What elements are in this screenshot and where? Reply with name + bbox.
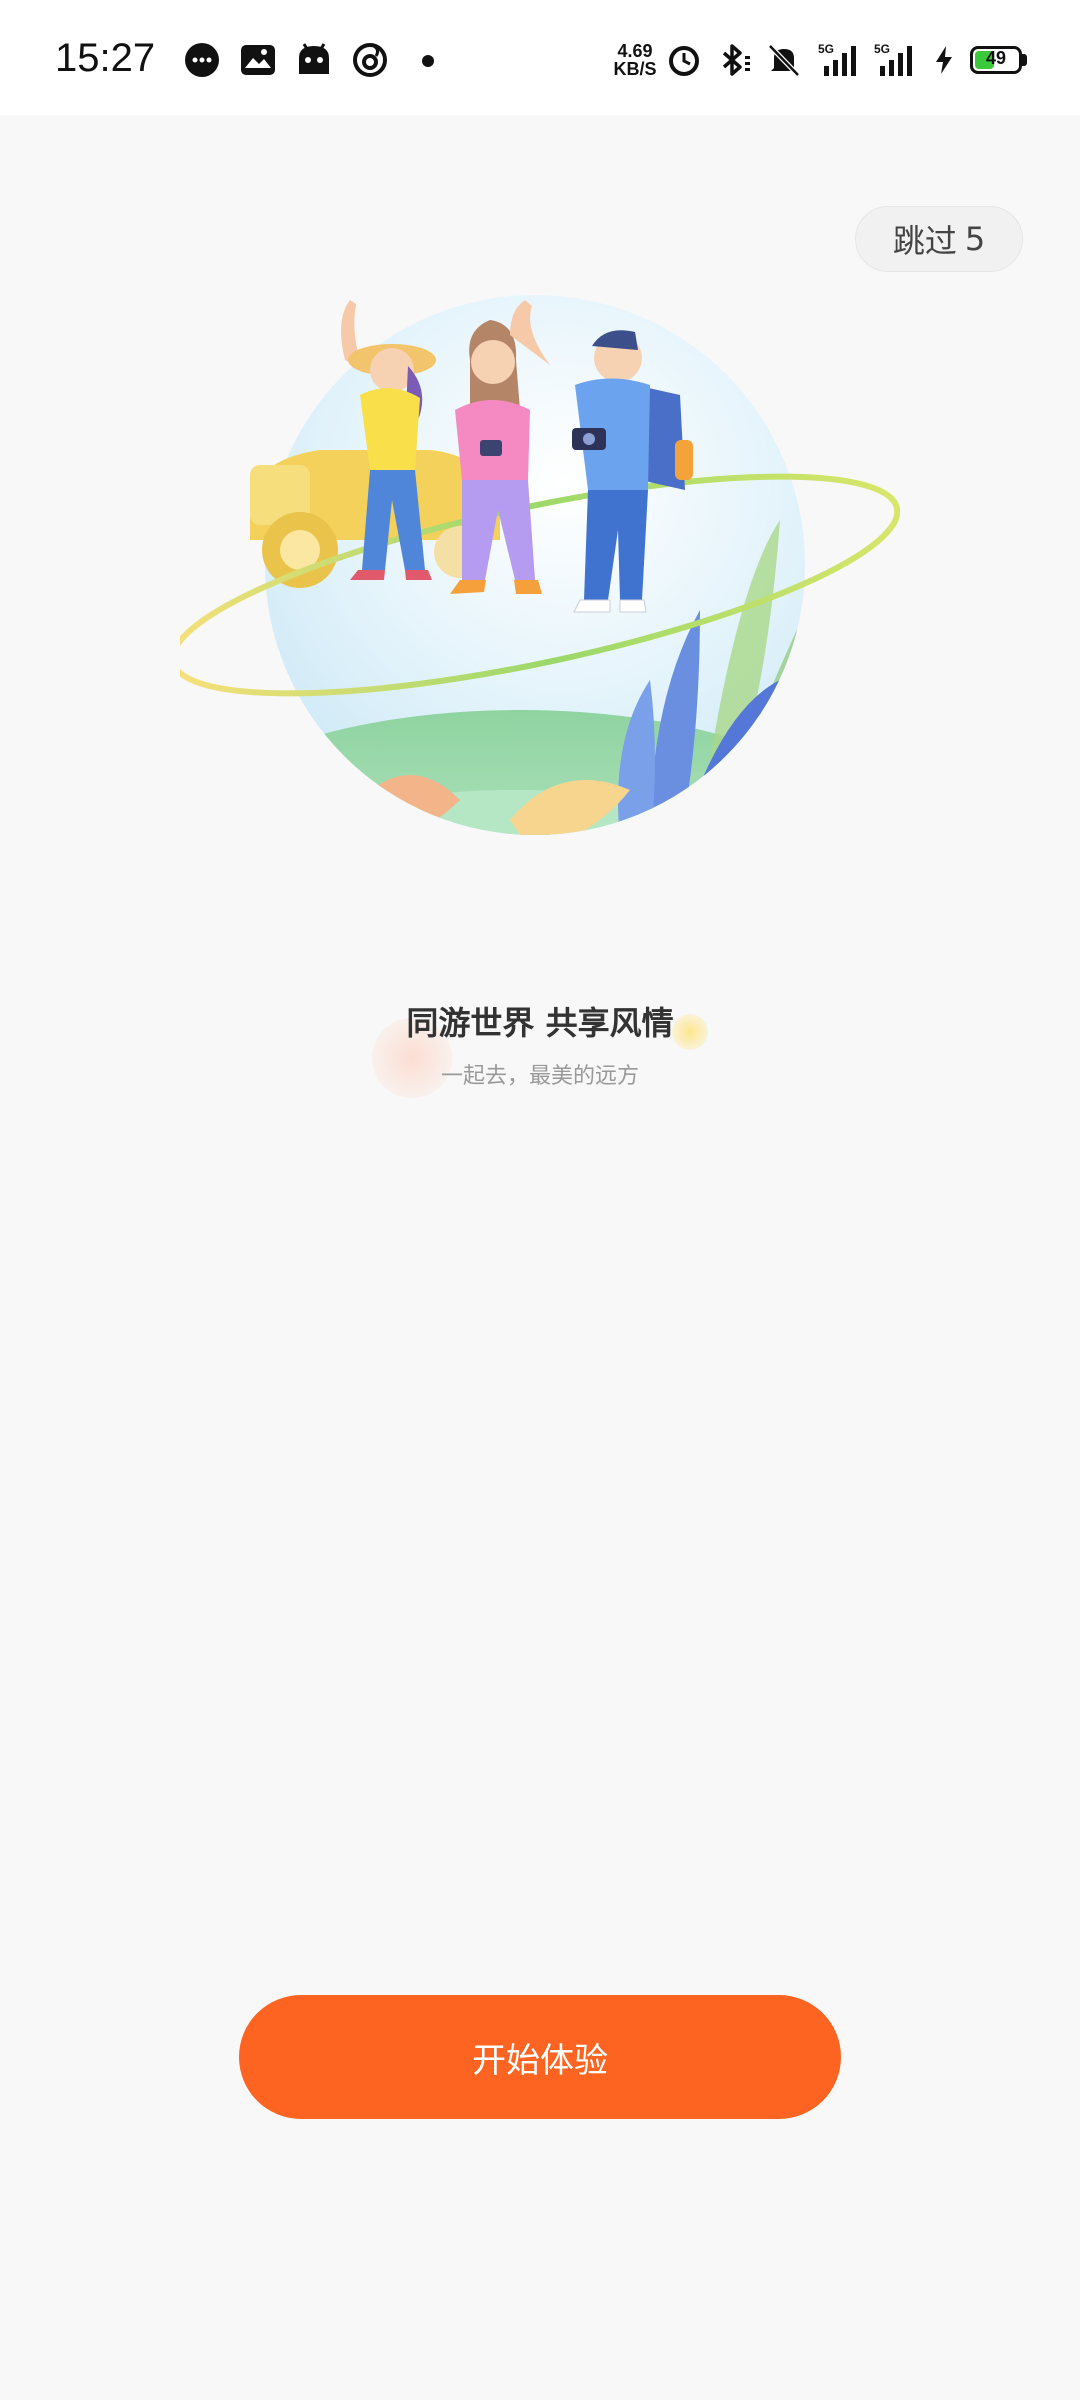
status-bar: 15:27 4.69 KB/S 5G 5G 49	[0, 0, 1080, 115]
skip-button[interactable]: 跳过 5	[855, 206, 1023, 272]
skip-countdown: 5	[964, 220, 986, 258]
battery-level: 49	[985, 48, 1007, 68]
music-app-icon	[353, 43, 387, 77]
chat-bubble-icon	[185, 43, 219, 77]
travel-illustration	[180, 295, 900, 835]
charging-icon	[936, 46, 952, 74]
android-icon	[299, 43, 329, 74]
alarm-icon	[669, 46, 699, 76]
gallery-icon	[241, 45, 275, 75]
skip-label: 跳过	[892, 222, 957, 260]
onboarding-subline: 一起去，最美的远方	[440, 1064, 639, 1089]
network-speed-value: 4.69	[617, 41, 653, 61]
network-speed: 4.69 KB/S	[608, 42, 662, 78]
signal-1-label: 5G	[818, 42, 834, 56]
start-experience-button[interactable]: 开始体验	[239, 1995, 841, 2119]
onboarding-headline: 同游世界 共享风情	[406, 1004, 674, 1042]
bluetooth-icon	[722, 44, 750, 76]
battery-icon: 49	[970, 46, 1022, 74]
signal-2-label: 5G	[874, 42, 890, 56]
battery-tip	[1022, 54, 1027, 66]
status-time: 15:27	[55, 36, 156, 80]
cell-signal-2-icon: 5G	[874, 42, 912, 76]
mute-icon	[768, 44, 800, 77]
network-speed-unit: KB/S	[613, 59, 657, 79]
cell-signal-1-icon: 5G	[818, 42, 856, 76]
dot-icon	[422, 55, 434, 67]
